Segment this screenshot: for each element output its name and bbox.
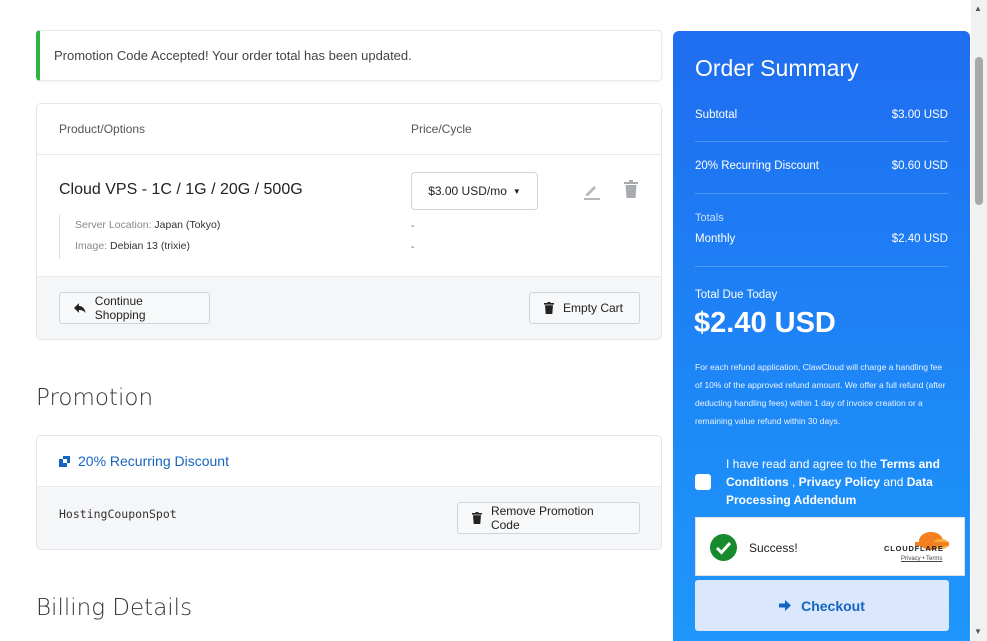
terms-and: and [880, 475, 907, 489]
option-key: Server Location: [75, 219, 152, 231]
monthly-row: Monthly $2.40 USD [695, 233, 948, 245]
terms-agreement: I have read and agree to the Terms and C… [695, 455, 950, 507]
delete-item-icon[interactable] [623, 180, 639, 198]
option-value: Japan (Tokyo) [154, 219, 221, 231]
remove-promotion-button[interactable]: Remove Promotion Code [457, 502, 640, 534]
col-product-header: Product/Options [59, 122, 146, 136]
monthly-label: Monthly [695, 233, 736, 245]
arrow-right-icon [779, 600, 792, 611]
captcha-widget: Success! CLOUDFLARE Privacy • Terms [695, 517, 965, 576]
discount-label: 20% Recurring Discount [695, 160, 820, 172]
promo-success-alert: Promotion Code Accepted! Your order tota… [36, 30, 662, 81]
checkout-label: Checkout [801, 597, 865, 614]
option-image: Image: Debian 13 (trixie) [75, 236, 220, 257]
tag-icon [59, 455, 70, 467]
trash-icon [472, 512, 482, 524]
option-location: Server Location: Japan (Tokyo) [75, 215, 220, 236]
captcha-links[interactable]: Privacy • Terms [901, 556, 942, 562]
subtotal-value: $3.00 USD [891, 109, 948, 121]
checkout-button[interactable]: Checkout [695, 580, 949, 631]
product-options: Server Location: Japan (Tokyo) Image: De… [59, 215, 220, 259]
empty-cart-label: Empty Cart [563, 301, 624, 315]
caret-down-icon: ▼ [512, 186, 521, 196]
divider [695, 141, 948, 142]
option-key: Image: [75, 240, 108, 252]
discount-value: $0.60 USD [891, 160, 948, 172]
continue-shopping-label: Continue Shopping [94, 294, 146, 322]
edit-icon[interactable] [582, 180, 602, 200]
reply-arrow-icon [74, 303, 86, 313]
product-name: Cloud VPS - 1C / 1G / 20G / 500G [59, 181, 303, 198]
remove-promotion-label: Remove Promotion Code [490, 504, 594, 532]
cart-footer: Continue Shopping Empty Cart [37, 277, 661, 339]
terms-sep: , [788, 475, 799, 489]
promotion-header: 20% Recurring Discount [37, 436, 661, 487]
billing-heading: Billing Details [36, 595, 193, 621]
captcha-status: Success! [749, 541, 798, 555]
col-price-header: Price/Cycle [411, 122, 472, 136]
promotion-heading: Promotion [36, 385, 154, 411]
promotion-card: 20% Recurring Discount HostingCouponSpot… [36, 435, 662, 550]
terms-prefix: I have read and agree to the [726, 457, 881, 471]
continue-shopping-button[interactable]: Continue Shopping [59, 292, 210, 324]
cart-item: Cloud VPS - 1C / 1G / 20G / 500G Server … [37, 155, 661, 277]
discount-name: 20% Recurring Discount [78, 453, 229, 469]
discount-row: 20% Recurring Discount $0.60 USD [695, 160, 948, 172]
subtotal-label: Subtotal [695, 109, 738, 121]
total-due-value: $2.40 USD [694, 307, 836, 339]
coupon-code: HostingCouponSpot [59, 507, 177, 521]
divider [695, 193, 948, 194]
alert-message: Promotion Code Accepted! Your order tota… [54, 48, 412, 63]
subtotal-row: Subtotal $3.00 USD [695, 109, 948, 121]
cart-header: Product/Options Price/Cycle [37, 104, 661, 155]
totals-label: Totals [695, 212, 724, 224]
divider [695, 266, 948, 267]
scrollbar-thumb[interactable] [975, 57, 983, 205]
check-circle-icon [710, 534, 737, 561]
total-due-label: Total Due Today [695, 289, 778, 301]
option-price: - [411, 221, 415, 232]
scroll-down-icon[interactable]: ▼ [974, 627, 982, 636]
promotion-body: HostingCouponSpot Remove Promotion Code [37, 487, 661, 549]
scroll-up-icon[interactable]: ▲ [974, 4, 982, 13]
cart-card: Product/Options Price/Cycle Cloud VPS - … [36, 103, 662, 340]
captcha-brand: CLOUDFLARE [884, 544, 944, 553]
terms-checkbox[interactable] [695, 474, 711, 490]
option-value: Debian 13 (trixie) [110, 240, 190, 252]
empty-cart-button[interactable]: Empty Cart [529, 292, 640, 324]
privacy-link[interactable]: Privacy Policy [799, 475, 880, 489]
refund-policy-note: For each refund application, ClawCloud w… [695, 362, 946, 426]
trash-icon [544, 302, 554, 314]
terms-text: I have read and agree to the Terms and C… [726, 455, 954, 509]
option-price: - [411, 242, 415, 253]
order-summary-panel: Order Summary Subtotal $3.00 USD 20% Rec… [673, 31, 970, 641]
order-summary-title: Order Summary [695, 55, 859, 81]
billing-cycle-select[interactable]: $3.00 USD/mo ▼ [411, 172, 538, 210]
monthly-value: $2.40 USD [891, 233, 948, 245]
billing-cycle-value: $3.00 USD/mo [428, 184, 507, 198]
